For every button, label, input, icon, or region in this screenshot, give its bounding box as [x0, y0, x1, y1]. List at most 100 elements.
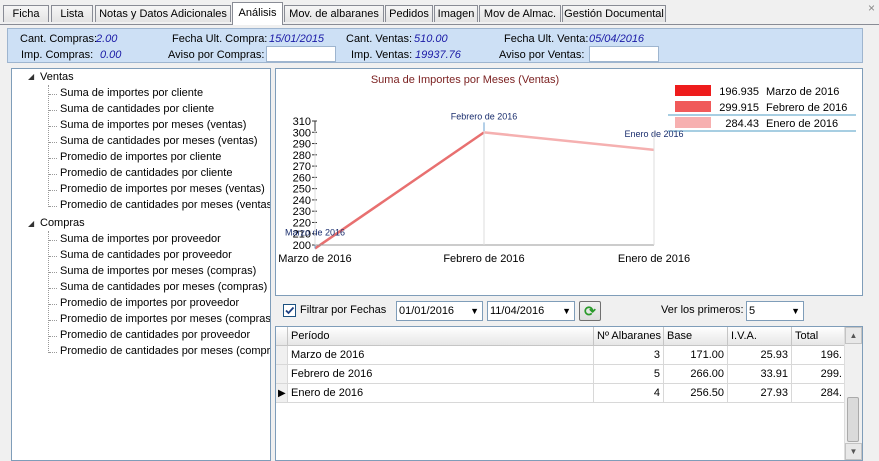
scroll-thumb[interactable]: [847, 397, 859, 442]
cell-periodo[interactable]: Marzo de 2016: [288, 346, 594, 365]
col-periodo[interactable]: Período: [288, 327, 594, 346]
tree-ventas-item[interactable]: Suma de importes por meses (ventas): [60, 119, 246, 131]
tree-ventas-item[interactable]: Promedio de importes por meses (ventas): [60, 183, 265, 195]
y-tick-label: 240: [293, 195, 311, 207]
tree-compras-item[interactable]: Promedio de importes por meses (compras): [60, 313, 270, 325]
tree-ventas-item[interactable]: Suma de cantidades por cliente: [60, 103, 214, 115]
chart-title: Suma de Importes por Meses (Ventas): [371, 74, 559, 86]
col-iva[interactable]: I.V.A.: [728, 327, 792, 346]
tree-ventas-item[interactable]: Promedio de cantidades por meses (ventas: [60, 199, 270, 211]
y-tick-label: 290: [293, 139, 311, 151]
imp-ventas-value: 19937.76: [415, 49, 461, 61]
cell-base[interactable]: 256.50: [664, 384, 728, 403]
collapse-compras-icon[interactable]: ◢: [28, 219, 34, 228]
tree-ventas-item[interactable]: Suma de cantidades por meses (ventas): [60, 135, 258, 147]
cell-periodo[interactable]: Enero de 2016: [288, 384, 594, 403]
tree-node-compras[interactable]: Compras: [40, 217, 85, 229]
tab-ficha[interactable]: Ficha: [3, 5, 49, 22]
row-header-corner: [276, 327, 288, 346]
fecha-ult-compra-value: 15/01/2015: [269, 33, 325, 45]
aviso-ventas-input[interactable]: [589, 46, 659, 62]
cant-ventas-label: Cant. Ventas:: [346, 33, 413, 45]
filtrar-fechas-checkbox[interactable]: [283, 304, 296, 317]
legend-name: Enero de 2016: [766, 118, 838, 130]
row-indicator[interactable]: [276, 346, 288, 365]
cell-iva[interactable]: 25.93: [728, 346, 792, 365]
chart-legend: 196.935 Marzo de 2016 299.915 Febrero de 20…: [668, 81, 856, 132]
imp-ventas-label: Imp. Ventas:: [351, 49, 413, 61]
tab-bar: Ficha Lista Notas y Datos Adicionales An…: [0, 0, 879, 25]
fecha-ult-compra-label: Fecha Ult. Compra:: [172, 33, 268, 45]
refresh-icon: ⟳: [584, 303, 596, 319]
cell-total[interactable]: 299.: [792, 365, 846, 384]
chevron-down-icon: ▼: [562, 306, 571, 316]
legend-value: 196.935: [719, 86, 759, 98]
fecha-ult-venta-value: 05/04/2016: [589, 33, 645, 45]
refresh-button[interactable]: ⟳: [579, 301, 601, 321]
legend-swatch: [675, 85, 711, 96]
tab-analisis[interactable]: Análisis: [232, 2, 283, 25]
tree-node-ventas[interactable]: Ventas: [40, 71, 74, 83]
aviso-ventas-label: Aviso por Ventas:: [499, 49, 585, 61]
y-tick-label: 200: [293, 240, 311, 252]
current-row-icon: ▶: [278, 388, 286, 399]
tab-mov-albaranes[interactable]: Mov. de albaranes: [284, 5, 384, 22]
col-albaranes[interactable]: Nº Albaranes: [594, 327, 664, 346]
check-icon: [285, 306, 295, 315]
cell-total[interactable]: 284.: [792, 384, 846, 403]
date-from-combo[interactable]: 01/01/2016 ▼: [396, 301, 483, 321]
tree-ventas-item[interactable]: Suma de importes por cliente: [60, 87, 203, 99]
tree-compras-item[interactable]: Suma de importes por meses (compras): [60, 265, 256, 277]
tree-compras-item[interactable]: Promedio de cantidades por meses (compra: [60, 345, 270, 357]
col-total[interactable]: Total: [792, 327, 846, 346]
tab-gestion-documental[interactable]: Gestión Documental: [562, 5, 666, 22]
report-tree: ◢ Ventas Suma de importes por cliente Sum…: [11, 68, 271, 461]
tree-compras-item[interactable]: Promedio de cantidades por proveedor: [60, 329, 250, 341]
tree-compras-item[interactable]: Suma de importes por proveedor: [60, 233, 221, 245]
col-base[interactable]: Base: [664, 327, 728, 346]
cell-albaranes[interactable]: 4: [594, 384, 664, 403]
summary-panel: Cant. Compras: 2.00 Imp. Compras: 0.00 F…: [7, 28, 863, 63]
tree-ventas-item[interactable]: Promedio de cantidades por cliente: [60, 167, 232, 179]
aviso-compras-label: Aviso por Compras:: [168, 49, 265, 61]
collapse-ventas-icon[interactable]: ◢: [28, 72, 34, 81]
cell-base[interactable]: 266.00: [664, 365, 728, 384]
close-icon[interactable]: ×: [868, 1, 875, 15]
tab-lista[interactable]: Lista: [51, 5, 93, 22]
cell-base[interactable]: 171.00: [664, 346, 728, 365]
cell-albaranes[interactable]: 3: [594, 346, 664, 365]
ver-primeros-combo[interactable]: 5 ▼: [746, 301, 804, 321]
scroll-up-icon[interactable]: ▲: [845, 327, 862, 344]
cell-total[interactable]: 196.: [792, 346, 846, 365]
cant-compras-value: 2.00: [96, 33, 118, 45]
cell-iva[interactable]: 27.93: [728, 384, 792, 403]
cell-albaranes[interactable]: 5: [594, 365, 664, 384]
tree-compras-item[interactable]: Suma de cantidades por meses (compras): [60, 281, 267, 293]
row-indicator[interactable]: [276, 365, 288, 384]
tab-imagen[interactable]: Imagen: [434, 5, 478, 22]
filtrar-fechas-label: Filtrar por Fechas: [300, 304, 387, 316]
fecha-ult-venta-label: Fecha Ult. Venta:: [504, 33, 589, 45]
cell-iva[interactable]: 33.91: [728, 365, 792, 384]
cant-compras-label: Cant. Compras:: [20, 33, 98, 45]
chevron-down-icon: ▼: [791, 306, 800, 316]
line-chart: Suma de Importes por Meses (Ventas) 196.…: [278, 74, 856, 265]
x-tick-label: Febrero de 2016: [443, 253, 524, 265]
chart-panel: Suma de Importes por Meses (Ventas) 196.…: [275, 68, 863, 296]
aviso-compras-input[interactable]: [266, 46, 336, 62]
tab-mov-almac[interactable]: Mov de Almac.: [479, 5, 561, 22]
cell-periodo[interactable]: Febrero de 2016: [288, 365, 594, 384]
tree-compras-item[interactable]: Suma de cantidades por proveedor: [60, 249, 232, 261]
cant-ventas-value: 510.00: [414, 33, 448, 45]
tab-notas[interactable]: Notas y Datos Adicionales: [95, 5, 231, 22]
y-tick-label: 230: [293, 206, 311, 218]
x-axis: Marzo de 2016 Febrero de 2016 Enero de 201…: [278, 131, 690, 265]
grid-scrollbar[interactable]: ▲ ▼: [844, 327, 862, 460]
tree-compras-item[interactable]: Promedio de importes por proveedor: [60, 297, 239, 309]
row-indicator[interactable]: ▶: [276, 384, 288, 403]
tree-ventas-item[interactable]: Promedio de importes por cliente: [60, 151, 221, 163]
scroll-down-icon[interactable]: ▼: [845, 443, 862, 460]
x-tick-label: Enero de 2016: [618, 253, 690, 265]
date-to-combo[interactable]: 11/04/2016 ▼: [487, 301, 575, 321]
tab-pedidos[interactable]: Pedidos: [385, 5, 433, 22]
